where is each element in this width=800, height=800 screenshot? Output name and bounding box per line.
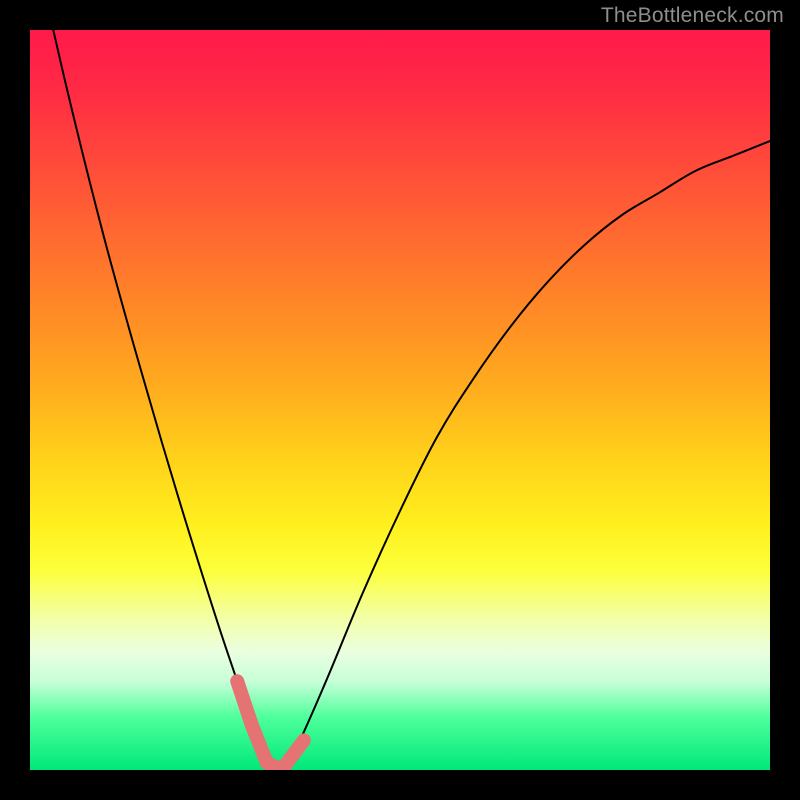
chart-frame: TheBottleneck.com: [0, 0, 800, 800]
chart-svg: [30, 30, 770, 770]
bottleneck-curve: [30, 30, 770, 770]
watermark-text: TheBottleneck.com: [601, 4, 784, 28]
optimal-marker: [237, 681, 304, 770]
plot-area: [30, 30, 770, 770]
